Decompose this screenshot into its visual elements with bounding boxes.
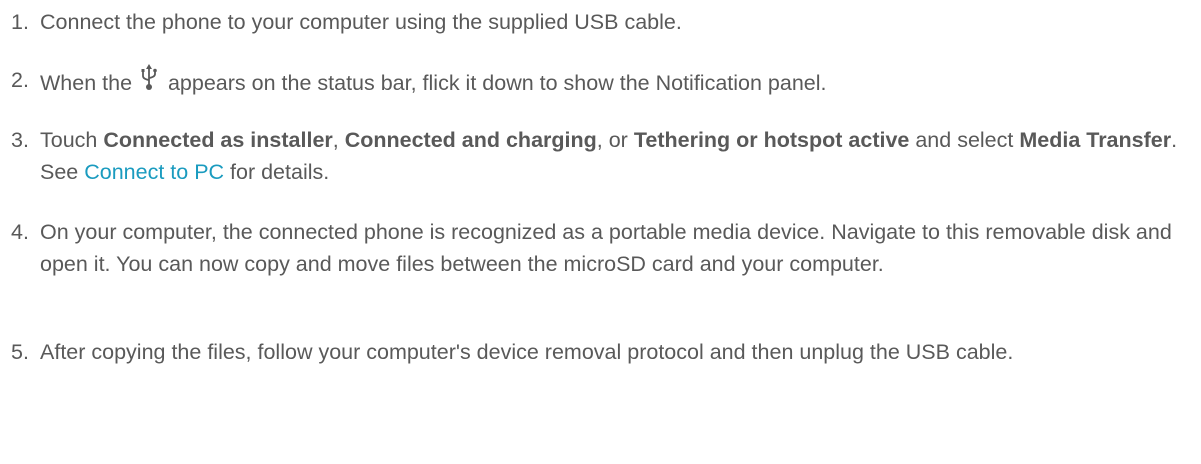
step-text: When the appears on the status bar, flic… <box>40 64 1196 99</box>
step-2: 2. When the appears on the status bar, f… <box>11 64 1196 99</box>
step-text: Connect the phone to your computer using… <box>40 10 682 34</box>
step-3: 3. Touch Connected as installer, Connect… <box>11 124 1196 188</box>
step-text: On your computer, the connected phone is… <box>40 220 1172 276</box>
option-connected-and-charging: Connected and charging <box>344 128 597 152</box>
option-media-transfer: Media Transfer <box>1019 128 1172 152</box>
step-number: 4. <box>11 220 29 244</box>
option-connected-as-installer: Connected as installer <box>103 128 333 152</box>
step-text: After copying the files, follow your com… <box>40 340 1014 364</box>
step-number: 2. <box>11 68 29 92</box>
step-1: 1. Connect the phone to your computer us… <box>11 6 1196 38</box>
step-5: 5. After copying the files, follow your … <box>11 336 1196 368</box>
step-text-part: , or <box>596 128 634 152</box>
step-text-part: Touch <box>40 128 104 152</box>
step-text: Touch Connected as installer, Connected … <box>40 124 1196 188</box>
step-4: 4. On your computer, the connected phone… <box>11 216 1196 280</box>
step-number: 5. <box>11 340 29 364</box>
step-number: 1. <box>11 10 29 34</box>
option-tethering-hotspot-active: Tethering or hotspot active <box>633 128 910 152</box>
connect-to-pc-link[interactable]: Connect to PC <box>84 160 224 184</box>
step-text-after: appears on the status bar, flick it down… <box>162 71 827 95</box>
step-text-part: , <box>332 128 345 152</box>
step-text-part: and select <box>909 128 1020 152</box>
usb-icon <box>140 64 158 92</box>
step-number: 3. <box>11 128 29 152</box>
step-text-part: for details. <box>224 160 330 184</box>
step-text-before: When the <box>40 71 138 95</box>
